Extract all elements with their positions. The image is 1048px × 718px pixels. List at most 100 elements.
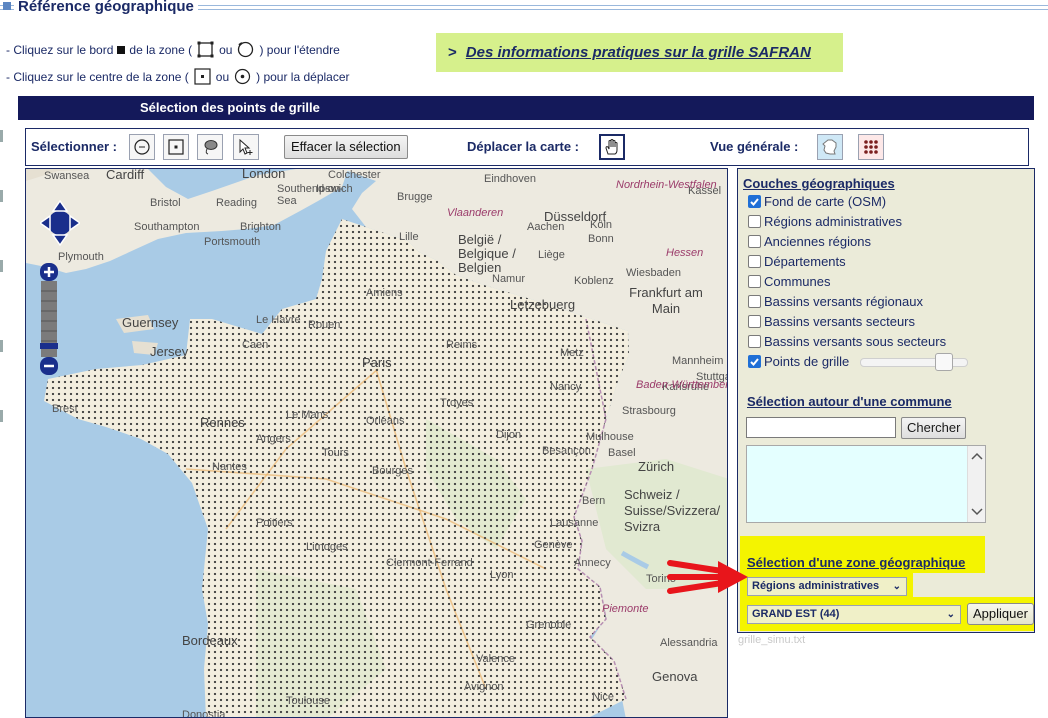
lasso-icon bbox=[204, 140, 218, 155]
map-label: Nice bbox=[592, 691, 615, 703]
zone-select[interactable]: GRAND EST (44) ⌄ bbox=[747, 605, 961, 624]
map-base bbox=[26, 169, 727, 717]
zoom-slider[interactable] bbox=[40, 263, 58, 375]
commune-search-input[interactable] bbox=[746, 417, 896, 438]
overview-label: Vue générale : bbox=[710, 139, 799, 154]
map-label: Piemonte bbox=[602, 603, 649, 615]
layer-label: Bassins versants sous secteurs bbox=[764, 334, 947, 349]
instruction-extend-or: ou bbox=[219, 42, 233, 57]
map-label: Wiesbaden bbox=[626, 267, 682, 279]
map-label: Lyon bbox=[490, 569, 514, 581]
map-label: Cardiff bbox=[106, 168, 145, 182]
layers-title: Couches géographiques bbox=[743, 176, 895, 191]
scroll-down-icon bbox=[971, 508, 983, 516]
zone-type-select[interactable]: Régions administratives ⌄ bbox=[747, 577, 907, 596]
map-label: Liège bbox=[538, 249, 565, 261]
map-label: Basel bbox=[608, 447, 636, 459]
layer-basins-sectors[interactable]: Bassins versants secteurs bbox=[748, 314, 915, 329]
overview-grid-button[interactable] bbox=[858, 134, 884, 160]
map-view[interactable]: Swansea Cardiff London Southend-on-Sea C… bbox=[25, 168, 728, 718]
overview-france-button[interactable] bbox=[817, 134, 843, 160]
map-label: Donostia bbox=[182, 709, 226, 718]
map-label: Bristol bbox=[150, 197, 181, 209]
checkbox-checked-icon[interactable] bbox=[748, 195, 761, 208]
map-label: Koblenz bbox=[574, 275, 614, 287]
map-label: Le Mans bbox=[286, 409, 329, 421]
pan-control[interactable] bbox=[40, 199, 80, 257]
map-label: Genova bbox=[652, 669, 698, 684]
checkbox-icon[interactable] bbox=[748, 315, 761, 328]
map-label: Baden-Württemberg bbox=[636, 379, 728, 391]
map-label: Toulouse bbox=[286, 695, 331, 707]
france-map-icon bbox=[822, 139, 837, 155]
layer-old-regions[interactable]: Anciennes régions bbox=[748, 234, 871, 249]
pan-tool[interactable] bbox=[599, 134, 625, 160]
clear-selection-button[interactable]: Effacer la sélection bbox=[284, 135, 408, 159]
checkbox-icon[interactable] bbox=[748, 335, 761, 348]
map-label: Reading bbox=[216, 197, 257, 209]
map-label: Mulhouse bbox=[586, 431, 634, 443]
map-label: Dijon bbox=[496, 429, 522, 441]
map-label: Brighton bbox=[240, 221, 281, 233]
pan-right-arrow-icon bbox=[69, 214, 80, 232]
layer-regions[interactable]: Régions administratives bbox=[748, 214, 902, 229]
map-label: Caen bbox=[242, 339, 269, 351]
checkbox-icon[interactable] bbox=[748, 295, 761, 308]
layer-grid-points[interactable]: Points de grille bbox=[748, 354, 849, 369]
map-label: Ipswich bbox=[316, 183, 353, 195]
map-label: Köln bbox=[590, 219, 613, 231]
map-label: Paris bbox=[362, 355, 392, 370]
pan-left-arrow-icon bbox=[40, 214, 51, 232]
checkbox-icon[interactable] bbox=[748, 235, 761, 248]
layer-label: Bassins versants régionaux bbox=[764, 294, 923, 309]
zone-title: Sélection d'une zone géographique bbox=[747, 555, 966, 570]
layer-basins-subsectors[interactable]: Bassins versants sous secteurs bbox=[748, 334, 946, 349]
map-label: Brugge bbox=[397, 191, 433, 203]
checkbox-icon[interactable] bbox=[748, 275, 761, 288]
info-banner: > Des informations pratiques sur la gril… bbox=[436, 33, 843, 72]
select-box-tool[interactable] bbox=[163, 134, 189, 160]
layer-basins-regional[interactable]: Bassins versants régionaux bbox=[748, 294, 923, 309]
results-scrollbar[interactable] bbox=[967, 446, 985, 522]
checkbox-checked-icon[interactable] bbox=[748, 355, 761, 368]
red-arrow-annotation bbox=[667, 560, 748, 594]
apply-button[interactable]: Appliquer bbox=[967, 603, 1034, 625]
commune-results-list[interactable] bbox=[746, 445, 986, 523]
layer-osm[interactable]: Fond de carte (OSM) bbox=[748, 194, 886, 209]
map-label: Swansea bbox=[44, 170, 90, 182]
select-point-tool[interactable] bbox=[233, 134, 259, 160]
map-label: Rouen bbox=[308, 319, 341, 331]
instruction-move-text-2: ) pour la déplacer bbox=[256, 69, 350, 84]
map-label: Southampton bbox=[134, 221, 200, 233]
map-label: Nancy bbox=[550, 381, 582, 393]
circle-center-icon bbox=[235, 68, 251, 85]
checkbox-icon[interactable] bbox=[748, 255, 761, 268]
square-edge-icon bbox=[117, 45, 126, 54]
layer-label: Bassins versants secteurs bbox=[764, 314, 916, 329]
search-button[interactable]: Chercher bbox=[901, 417, 967, 439]
map-label: Nantes bbox=[212, 461, 247, 473]
layer-label: Départements bbox=[764, 254, 846, 269]
select-lasso-tool[interactable] bbox=[197, 134, 223, 160]
instruction-move: - Cliquez sur le centre de la zone ( ou … bbox=[6, 67, 350, 86]
map-label: Zürich bbox=[638, 459, 675, 474]
slider-thumb[interactable] bbox=[935, 353, 953, 371]
zone-type-value: Régions administratives bbox=[752, 580, 880, 592]
layer-label: Anciennes régions bbox=[764, 234, 871, 249]
safran-info-link[interactable]: Des informations pratiques sur la grille… bbox=[466, 44, 811, 61]
select-circle-tool[interactable] bbox=[129, 134, 155, 160]
map-label: Colchester bbox=[328, 169, 381, 181]
layer-communes[interactable]: Communes bbox=[748, 274, 830, 289]
circle-edge-icon bbox=[238, 41, 254, 58]
map-label: Tours bbox=[322, 447, 349, 459]
map-label: Lille bbox=[399, 231, 419, 243]
map-label: Annecy bbox=[574, 557, 611, 569]
instruction-extend-text-2: de la zone ( bbox=[129, 42, 193, 57]
grid-opacity-slider[interactable] bbox=[860, 353, 970, 371]
layer-departments[interactable]: Départements bbox=[748, 254, 846, 269]
map-label: Bern bbox=[582, 495, 606, 507]
box-select-icon bbox=[168, 139, 184, 155]
layer-label: Communes bbox=[764, 274, 831, 289]
select-label: Sélectionner : bbox=[31, 139, 117, 154]
checkbox-icon[interactable] bbox=[748, 215, 761, 228]
